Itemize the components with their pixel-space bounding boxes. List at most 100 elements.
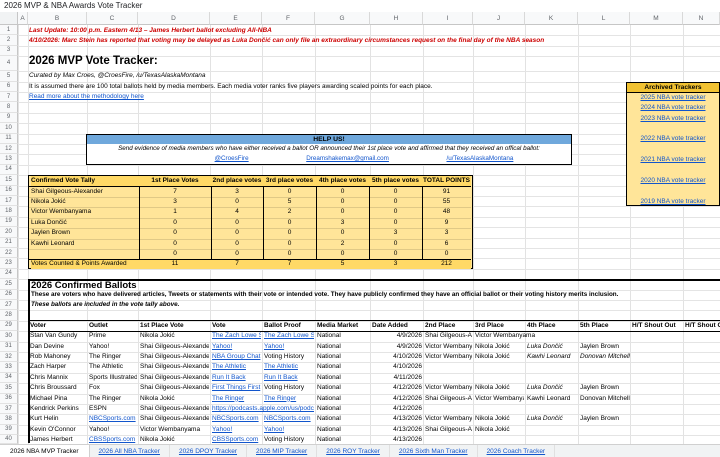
row-header-25[interactable]: 25	[0, 279, 18, 289]
ballot-outlet[interactable]: NBCSports.com	[89, 414, 137, 424]
row-header-34[interactable]: 34	[0, 373, 18, 383]
help-link-croesfire[interactable]: @CroesFire	[215, 154, 249, 163]
tally-value: 5	[263, 197, 316, 207]
ballot-proof-link[interactable]: Yahoo!	[264, 342, 314, 352]
column-header-D[interactable]: D	[138, 12, 210, 25]
row-header-22[interactable]: 22	[0, 248, 18, 258]
row-header-11[interactable]: 11	[0, 134, 18, 144]
tab-2026-nba-mvp-tracker[interactable]: 2026 NBA MVP Tracker	[0, 445, 90, 457]
column-header-K[interactable]: K	[525, 12, 578, 25]
ballot-vote-link[interactable]: NBCSports.com	[212, 414, 261, 424]
archived-link[interactable]: 2019 NBA vote tracker	[640, 198, 705, 205]
row-header-16[interactable]: 16	[0, 186, 18, 196]
tally-value: 2nd place votes	[211, 176, 263, 186]
ballot-outlet: Yahoo!	[89, 425, 137, 435]
row-header-14[interactable]: 14	[0, 165, 18, 175]
row-header-28[interactable]: 28	[0, 310, 18, 320]
tab-2026-sixth-man-tracker[interactable]: 2026 Sixth Man Tracker	[390, 445, 478, 457]
column-header-M[interactable]: M	[630, 12, 683, 25]
ballot-proof-link[interactable]: Run It Back	[264, 373, 314, 383]
row-header-21[interactable]: 21	[0, 238, 18, 248]
row-header-1[interactable]: 1	[0, 25, 18, 35]
archived-link[interactable]: 2023 NBA vote tracker	[640, 115, 705, 122]
ballot-vote-link[interactable]: The Zach Lowe Show	[212, 331, 261, 341]
archived-link[interactable]: 2021 NBA vote tracker	[640, 156, 705, 163]
row-header-27[interactable]: 27	[0, 300, 18, 310]
column-header-J[interactable]: J	[473, 12, 525, 25]
row-header-37[interactable]: 37	[0, 404, 18, 414]
tally-value: 4th place votes	[316, 176, 369, 186]
row-header-15[interactable]: 15	[0, 175, 18, 185]
ballot-proof-link[interactable]: The Zach Lowe Show	[264, 331, 314, 341]
row-header-23[interactable]: 23	[0, 258, 18, 268]
row-header-19[interactable]: 19	[0, 217, 18, 227]
row-header-26[interactable]: 26	[0, 290, 18, 300]
tally-value: 11	[139, 260, 211, 269]
column-header-C[interactable]: C	[87, 12, 138, 25]
row-header-33[interactable]: 33	[0, 362, 18, 372]
tab-2026-mip-tracker[interactable]: 2026 MIP Tracker	[247, 445, 317, 457]
row-header-13[interactable]: 13	[0, 154, 18, 164]
gridline-vertical	[473, 25, 474, 444]
tally-value: 7	[263, 260, 316, 269]
row-header-39[interactable]: 39	[0, 425, 18, 435]
column-header-L[interactable]: L	[578, 12, 630, 25]
ballot-vote-link[interactable]: The Athletic	[212, 362, 261, 372]
row-header-35[interactable]: 35	[0, 383, 18, 393]
row-header-40[interactable]: 40	[0, 435, 18, 444]
help-link-reddit[interactable]: /u/TexasAlaskaMontana	[447, 154, 514, 163]
row-header-18[interactable]: 18	[0, 206, 18, 216]
row-header-9[interactable]: 9	[0, 113, 18, 123]
archived-link[interactable]: 2024 NBA vote tracker	[640, 104, 705, 111]
row-header-7[interactable]: 7	[0, 92, 18, 102]
archived-link[interactable]: 2022 NBA vote tracker	[640, 135, 705, 142]
help-link-email[interactable]: Dreamshakemax@gmail.com	[306, 154, 389, 163]
archived-link[interactable]: 2020 NBA vote tracker	[640, 177, 705, 184]
tally-value: 6	[422, 239, 471, 249]
row-header-38[interactable]: 38	[0, 414, 18, 424]
row-header-24[interactable]: 24	[0, 269, 18, 279]
row-header-5[interactable]: 5	[0, 71, 18, 81]
row-header-36[interactable]: 36	[0, 394, 18, 404]
ballot-vote-link[interactable]: NBA Group Chat	[212, 352, 261, 362]
ballot-vote-link[interactable]: Yahoo!	[212, 342, 261, 352]
column-header-E[interactable]: E	[210, 12, 262, 25]
column-header-G[interactable]: G	[315, 12, 370, 25]
column-header-N[interactable]: N	[683, 12, 720, 25]
ballot-vote-link[interactable]: Yahoo!	[212, 425, 261, 435]
ballot-vote-link[interactable]: Run It Back	[212, 373, 261, 383]
row-header-3[interactable]: 3	[0, 46, 18, 56]
row-header-30[interactable]: 30	[0, 331, 18, 341]
ballots-col-header: Vote	[212, 321, 262, 331]
tab-2026-roy-tracker[interactable]: 2026 ROY Tracker	[317, 445, 390, 457]
tab-2026-all-nba-tracker[interactable]: 2026 All NBA Tracker	[90, 445, 170, 457]
ballot-proof-link[interactable]: The Ringer	[264, 394, 314, 404]
tab-2026-dpoy-tracker[interactable]: 2026 DPOY Tracker	[170, 445, 247, 457]
methodology-link[interactable]: Read more about the methodology here	[29, 92, 144, 102]
column-header-H[interactable]: H	[370, 12, 423, 25]
tally-value: 7	[139, 187, 211, 197]
row-header-6[interactable]: 6	[0, 82, 18, 92]
tab-2026-coach-tracker[interactable]: 2026 Coach Tracker	[478, 445, 556, 457]
ballot-vote-link[interactable]: The Ringer	[212, 394, 261, 404]
row-header-12[interactable]: 12	[0, 144, 18, 154]
ballot-vote-link[interactable]: First Things First	[212, 383, 261, 393]
row-header-32[interactable]: 32	[0, 352, 18, 362]
column-header-F[interactable]: F	[262, 12, 315, 25]
ballot-proof-link[interactable]: NBCSports.com	[264, 414, 314, 424]
column-header-B[interactable]: B	[28, 12, 87, 25]
row-header-20[interactable]: 20	[0, 227, 18, 237]
column-header-I[interactable]: I	[423, 12, 473, 25]
row-header-4[interactable]: 4	[0, 56, 18, 71]
archived-link[interactable]: 2025 NBA vote tracker	[640, 94, 705, 101]
row-header-8[interactable]: 8	[0, 102, 18, 112]
row-header-31[interactable]: 31	[0, 342, 18, 352]
ballot-proof-link[interactable]: The Athletic	[264, 362, 314, 372]
ballot-proof-link[interactable]: Yahoo!	[264, 425, 314, 435]
ballot-vote-link[interactable]: https://podcasts.apple.com/us/podca	[212, 404, 314, 414]
row-header-17[interactable]: 17	[0, 196, 18, 206]
row-header-2[interactable]: 2	[0, 35, 18, 45]
row-header-10[interactable]: 10	[0, 123, 18, 133]
column-header-A[interactable]: A	[18, 12, 28, 25]
row-header-29[interactable]: 29	[0, 321, 18, 331]
